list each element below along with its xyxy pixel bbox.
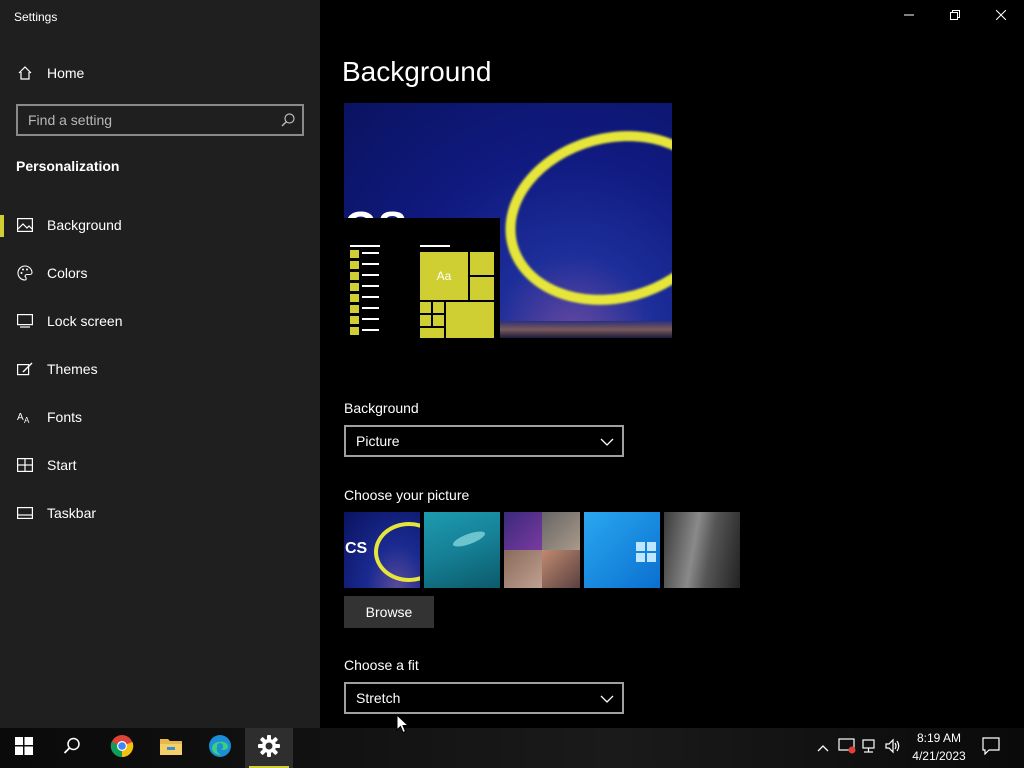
sidebar-item-colors[interactable]: Colors [0, 253, 320, 293]
sidebar-home[interactable]: Home [0, 53, 320, 93]
minimize-button[interactable] [886, 0, 932, 32]
sidebar-item-lock-screen[interactable]: Lock screen [0, 301, 320, 341]
sidebar-item-fonts[interactable]: AA Fonts [0, 397, 320, 437]
choose-picture-label: Choose your picture [344, 487, 470, 503]
close-button[interactable] [978, 0, 1024, 32]
close-icon [995, 7, 1007, 25]
page-title: Background [342, 56, 492, 87]
search-icon [63, 737, 81, 760]
background-dropdown-value: Picture [356, 433, 400, 449]
lock-screen-icon [16, 312, 34, 330]
picture-thumb-1[interactable]: CS [344, 512, 420, 588]
fit-dropdown[interactable]: Stretch [344, 682, 624, 714]
clock-date[interactable]: 4/21/2023 [900, 749, 978, 763]
taskbar-icon [16, 504, 34, 522]
preview-sample-text: Aa [436, 269, 452, 283]
themes-icon [16, 360, 34, 378]
preview-ring [485, 107, 672, 329]
chrome-icon [110, 734, 134, 763]
notification-icon [982, 736, 1000, 760]
thumb-collage-part [542, 550, 580, 588]
background-label: Background [344, 400, 419, 416]
home-label: Home [47, 65, 85, 81]
edge-icon [208, 734, 232, 763]
taskbar-search-button[interactable] [48, 728, 96, 768]
fit-dropdown-value: Stretch [356, 690, 401, 706]
windows-logo-icon [636, 542, 656, 562]
app-title: Settings [14, 10, 58, 24]
sidebar-item-label: Colors [47, 265, 88, 281]
settings-icon [258, 734, 280, 762]
thumb-ring [374, 522, 420, 582]
clock-time[interactable]: 8:19 AM [900, 731, 978, 745]
action-center-button[interactable] [981, 736, 1001, 760]
search-icon[interactable] [280, 112, 296, 128]
svg-text:A: A [24, 416, 30, 425]
start-button[interactable] [0, 728, 48, 768]
choose-fit-label: Choose a fit [344, 657, 419, 673]
restore-button[interactable] [932, 0, 978, 32]
file-explorer-icon [159, 736, 183, 761]
sidebar-item-label: Taskbar [47, 505, 97, 521]
network-button[interactable] [860, 738, 880, 758]
search-box [16, 104, 304, 136]
sidebar-item-label: Lock screen [47, 313, 123, 329]
thumb-collage-part [504, 512, 542, 550]
sidebar: Settings Home Personalization Background… [0, 0, 320, 728]
preview-line [420, 245, 450, 247]
thumb-collage-part [504, 550, 542, 588]
picture-thumb-2[interactable] [424, 512, 500, 588]
chevron-down-icon [600, 435, 614, 449]
monitor-alert-icon [838, 737, 856, 759]
browse-button[interactable]: Browse [344, 596, 434, 628]
picture-thumb-4[interactable] [584, 512, 660, 588]
chevron-up-icon [817, 739, 829, 757]
sidebar-item-taskbar[interactable]: Taskbar [0, 493, 320, 533]
thumb-text: CS [345, 540, 368, 557]
taskbar-file-explorer[interactable] [147, 728, 195, 768]
taskbar [0, 728, 1024, 768]
background-preview: CS Aa [344, 103, 672, 338]
mouse-cursor-icon [396, 713, 410, 734]
sidebar-item-start[interactable]: Start [0, 445, 320, 485]
start-icon [16, 456, 34, 474]
thumb-diver [451, 528, 487, 550]
preview-menu-lines [362, 252, 379, 338]
home-icon [16, 64, 34, 82]
tray-app-icon[interactable] [837, 737, 857, 759]
chevron-down-icon [600, 692, 614, 706]
network-icon [861, 738, 879, 759]
thumb-collage-part [542, 512, 580, 550]
sidebar-item-label: Themes [47, 361, 98, 377]
preview-menu-icons [350, 250, 359, 338]
picture-icon [16, 216, 34, 234]
picture-thumb-5[interactable] [664, 512, 740, 588]
picture-thumb-3[interactable] [504, 512, 580, 588]
palette-icon [16, 264, 34, 282]
sidebar-item-label: Background [47, 217, 122, 233]
taskbar-chrome[interactable] [98, 728, 146, 768]
taskbar-edge[interactable] [196, 728, 244, 768]
windows-logo-icon [15, 736, 33, 760]
svg-text:A: A [17, 412, 24, 423]
sidebar-item-background[interactable]: Background [0, 205, 320, 245]
background-dropdown[interactable]: Picture [344, 425, 624, 457]
search-input[interactable] [18, 106, 278, 134]
sidebar-item-label: Fonts [47, 409, 83, 425]
section-title: Personalization [16, 158, 120, 174]
sidebar-item-label: Start [47, 457, 77, 473]
fonts-icon: AA [16, 408, 34, 426]
sidebar-item-themes[interactable]: Themes [0, 349, 320, 389]
taskbar-settings[interactable] [245, 728, 293, 768]
preview-tiles: Aa [420, 252, 494, 338]
minimize-icon [904, 7, 914, 25]
show-hidden-icons-button[interactable] [813, 738, 833, 758]
restore-icon [950, 7, 960, 25]
preview-line [350, 245, 380, 247]
